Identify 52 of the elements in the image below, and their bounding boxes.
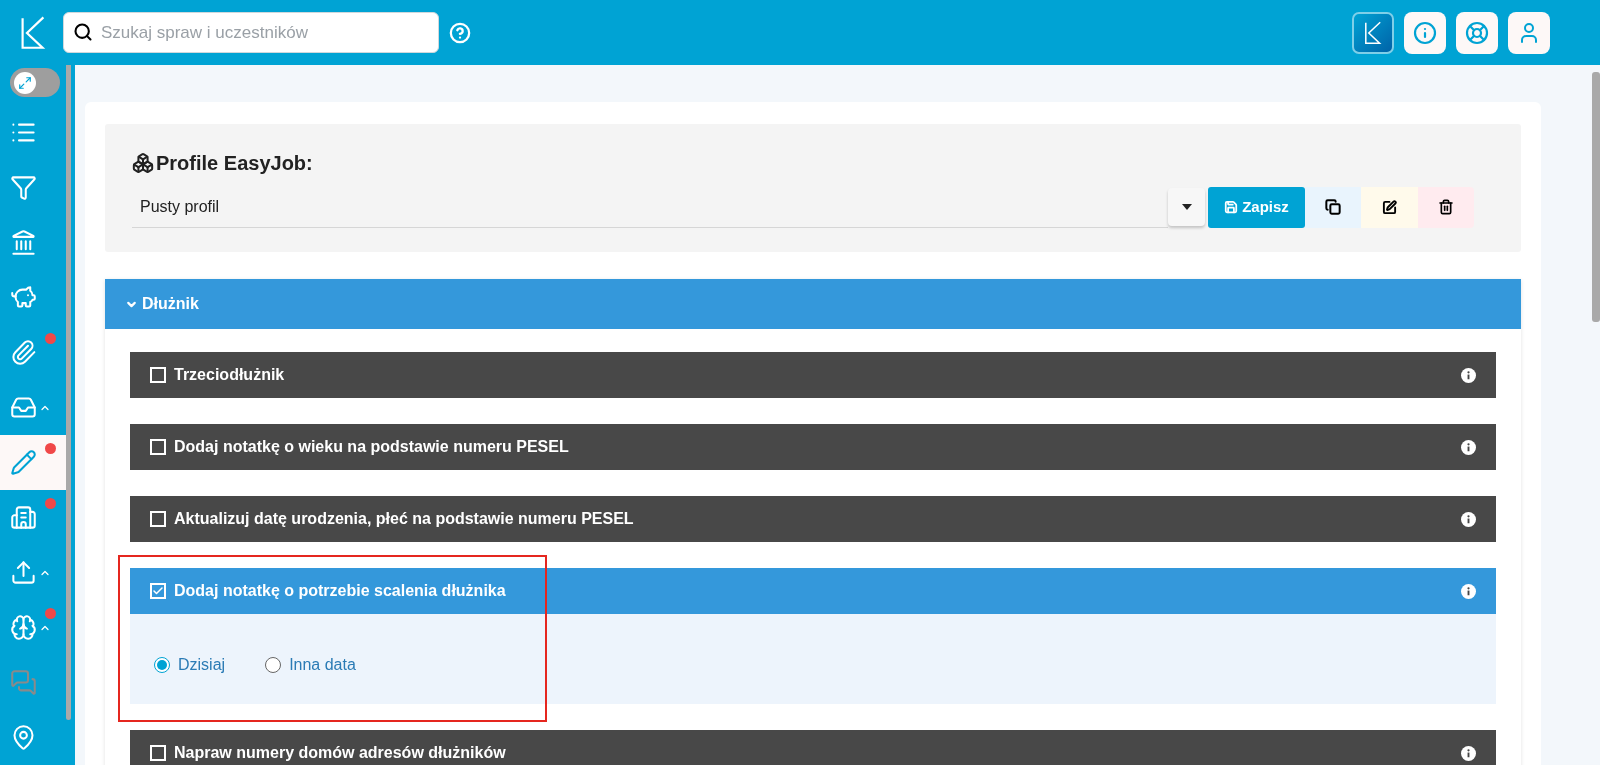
- copy-button[interactable]: [1305, 186, 1361, 228]
- checkbox[interactable]: [150, 745, 166, 761]
- expand-icon: [18, 75, 32, 90]
- option-label: Dodaj notatkę o potrzebie scalenia dłużnika: [174, 583, 507, 599]
- checkbox[interactable]: [150, 439, 166, 455]
- radio-option[interactable]: Dzisiaj: [154, 653, 226, 677]
- help-icon[interactable]: [449, 21, 471, 44]
- profile-select[interactable]: Pusty profil: [132, 186, 1168, 228]
- info-icon[interactable]: [1461, 367, 1476, 383]
- dropdown-button[interactable]: [1168, 188, 1205, 226]
- help-button[interactable]: [1456, 11, 1498, 54]
- check-icon: [152, 585, 164, 597]
- section-title: Dłużnik: [142, 294, 199, 314]
- option-header[interactable]: Dodaj notatkę o wieku na podstawie numeru PESEL: [130, 424, 1496, 470]
- scrollbar[interactable]: [1592, 72, 1600, 322]
- info-button[interactable]: [1404, 11, 1446, 54]
- logo-icon: [1364, 19, 1382, 46]
- delete-button[interactable]: [1418, 186, 1474, 228]
- info-icon[interactable]: [1461, 439, 1476, 455]
- option-header[interactable]: Napraw numery domów adresów dłużników: [130, 730, 1496, 765]
- info-icon[interactable]: [1461, 511, 1476, 527]
- trash-icon: [1438, 199, 1454, 215]
- option-label: Aktualizuj datę urodzenia, płeć na podstawie numeru PESEL: [174, 511, 635, 527]
- boxes-icon: [132, 152, 154, 174]
- option-label: Napraw numery domów adresów dłużników: [174, 745, 507, 761]
- expand-toggle[interactable]: [10, 68, 60, 97]
- option-label: Trzeciodłużnik: [174, 367, 286, 383]
- profile-title: Profile EasyJob:: [156, 151, 313, 176]
- radio-button[interactable]: [265, 657, 282, 673]
- info-icon[interactable]: [1461, 583, 1476, 599]
- user-button[interactable]: [1508, 11, 1550, 54]
- caret-down-icon: [1181, 204, 1192, 210]
- checkbox[interactable]: [150, 367, 166, 383]
- scrollbar[interactable]: [66, 65, 71, 720]
- sidebar-item[interactable]: [0, 435, 66, 490]
- lifebuoy-icon: [1465, 20, 1489, 45]
- app-logo-button[interactable]: [1352, 11, 1394, 54]
- option-label: Dodaj notatkę o wieku na podstawie numeru PESEL: [174, 439, 570, 455]
- radio-button[interactable]: [154, 657, 170, 673]
- checkbox[interactable]: [150, 511, 166, 527]
- search-field[interactable]: Szukaj spraw i uczestników: [63, 12, 439, 53]
- edit-button[interactable]: [1361, 186, 1418, 228]
- checkbox[interactable]: [150, 583, 166, 599]
- option-header[interactable]: Aktualizuj datę urodzenia, płeć na podstawie numeru PESEL: [130, 496, 1496, 542]
- save-icon: [1224, 200, 1239, 214]
- edit-icon: [1382, 199, 1397, 215]
- radio-option[interactable]: Inna data: [265, 653, 356, 677]
- search-icon: [73, 22, 93, 42]
- info-icon: [1413, 20, 1437, 45]
- option-header[interactable]: Trzeciodłużnik: [130, 352, 1496, 398]
- info-icon[interactable]: [1461, 745, 1476, 761]
- copy-icon: [1325, 199, 1341, 215]
